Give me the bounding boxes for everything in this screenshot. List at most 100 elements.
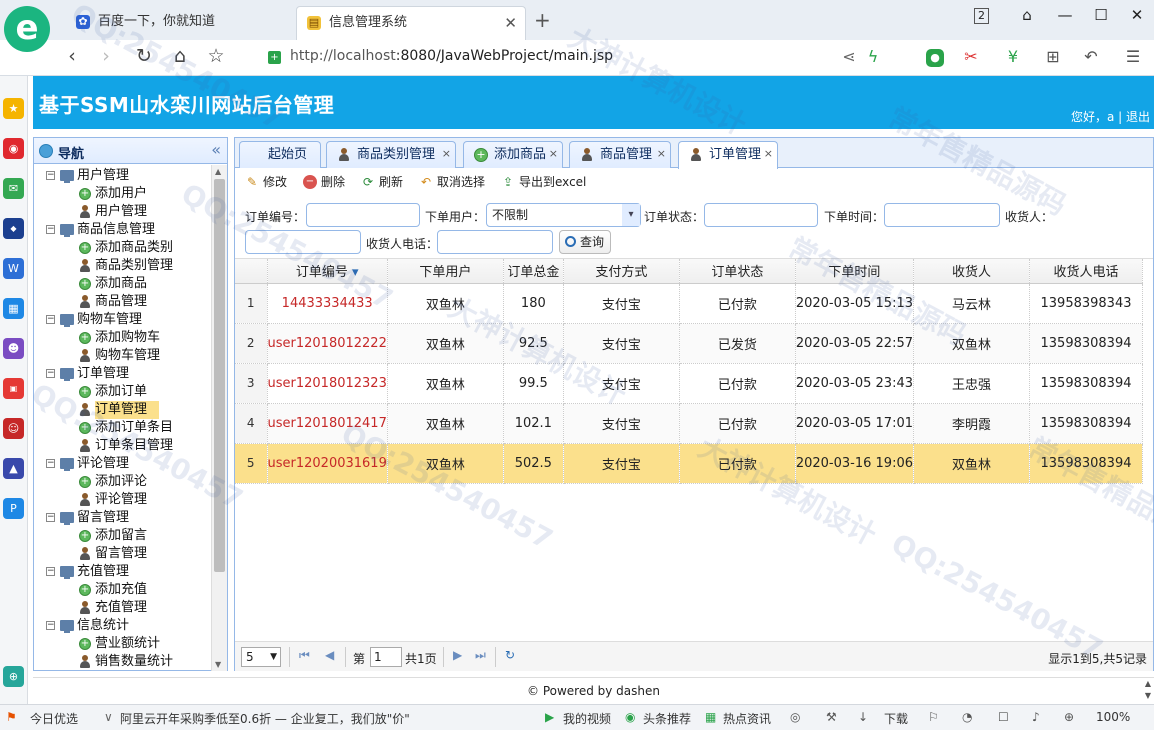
favorite-star-icon[interactable]: ☆ — [204, 45, 228, 67]
column-header[interactable]: 下单用户 — [387, 259, 504, 284]
status-input[interactable] — [704, 203, 818, 227]
cancel-selection-button[interactable]: ↶ 取消选择 — [419, 174, 485, 190]
weibo-icon[interactable]: ◉ — [3, 138, 24, 159]
game-icon[interactable]: ◆ — [3, 218, 24, 239]
shop-icon[interactable]: ▣ — [3, 378, 24, 399]
flag-icon[interactable]: ⚐ — [928, 710, 939, 724]
scissors-icon[interactable]: ✂ — [960, 47, 982, 66]
scroll-down-icon[interactable]: ▼ — [215, 660, 221, 669]
browser-tab-baidu[interactable]: ✿ 百度一下，你就知道 — [66, 6, 296, 40]
tools-icon[interactable]: ⚒ — [826, 710, 837, 724]
footer-scrollbar[interactable]: ▲ ▼ — [1142, 678, 1154, 705]
shield-icon[interactable]: ◎ — [790, 710, 800, 724]
browser-tab-active[interactable]: ▤ 信息管理系统 ✕ — [296, 6, 526, 40]
collapse-icon[interactable]: « — [211, 140, 221, 159]
table-row[interactable]: 3 user12018012323 双鱼林 99.5 支付宝 已付款 2020-03-05 … — [235, 363, 1143, 404]
export-excel-button[interactable]: ⇪ 导出到excel — [501, 174, 586, 190]
menu-icon[interactable]: ☰ — [1122, 47, 1144, 66]
refresh-button[interactable]: ⟳ 刷新 — [361, 174, 403, 190]
user-select[interactable]: 不限制 ▾ — [486, 203, 641, 227]
tab-order-manage[interactable]: 订单管理 × — [678, 141, 778, 169]
reload-icon[interactable]: ↻ — [132, 45, 156, 67]
first-page-icon[interactable]: ⏮ — [299, 648, 310, 663]
zoom-level[interactable]: 100% — [1096, 710, 1130, 724]
column-header[interactable]: 收货人电话 — [1029, 259, 1143, 284]
edit-button[interactable]: ✎ 修改 — [245, 174, 287, 190]
status-news[interactable]: 热点资讯 — [723, 710, 771, 727]
url-field[interactable]: + http://localhost:8080/JavaWebProject/m… — [262, 45, 822, 71]
expand-toggle-icon[interactable]: − — [46, 567, 55, 576]
tab-product-manage[interactable]: 商品管理 × — [569, 141, 671, 168]
close-tab-icon[interactable]: × — [764, 141, 773, 166]
status-headlines[interactable]: 头条推荐 — [643, 710, 691, 727]
status-video[interactable]: 我的视频 — [563, 710, 611, 727]
time-input[interactable] — [884, 203, 1000, 227]
table-row[interactable]: 5 user12020031619 双鱼林 502.5 支付宝 已付款 2020-03-16… — [235, 443, 1143, 484]
column-header[interactable]: 订单状态 — [679, 259, 796, 284]
share-icon[interactable]: ⋖ — [838, 47, 860, 66]
close-tab-icon[interactable]: × — [657, 141, 666, 166]
forward-icon[interactable]: › — [94, 45, 118, 67]
phone-input[interactable] — [437, 230, 553, 254]
tab-count-badge[interactable]: 2 — [974, 8, 989, 24]
expand-toggle-icon[interactable]: − — [46, 171, 55, 180]
status-ad[interactable]: 阿里云开年采购季低至0.6折 — 企业复工，我们放"价" — [120, 710, 410, 727]
next-page-icon[interactable]: ▶ — [453, 648, 462, 662]
close-window-icon[interactable]: ✕ — [1126, 6, 1148, 24]
last-page-icon[interactable]: ⏭ — [475, 648, 486, 663]
sort-desc-icon[interactable]: ▾ — [348, 265, 359, 280]
maximize-icon[interactable]: ☐ — [1090, 6, 1112, 24]
pirate-icon[interactable]: ☻ — [3, 338, 24, 359]
lightning-icon[interactable]: ϟ — [862, 47, 884, 66]
column-header[interactable]: 订单总金 — [503, 259, 564, 284]
close-tab-icon[interactable]: ✕ — [504, 7, 517, 39]
shirt-icon[interactable]: ⌂ — [1016, 6, 1038, 24]
castle-icon[interactable]: ▲ — [3, 458, 24, 479]
note-icon[interactable]: ▦ — [3, 298, 24, 319]
status-download[interactable]: 下载 — [884, 710, 908, 727]
star-icon[interactable]: ★ — [3, 98, 24, 119]
tab-category-manage[interactable]: 商品类别管理 × — [326, 141, 456, 168]
expand-toggle-icon[interactable]: − — [46, 315, 55, 324]
expand-toggle-icon[interactable]: − — [46, 621, 55, 630]
tree-scrollbar[interactable]: ▲ ▼ — [211, 165, 227, 671]
receiver-input[interactable] — [245, 230, 361, 254]
page-size-select[interactable]: 5 ▼ — [241, 647, 281, 667]
page-number-input[interactable]: 1 — [370, 647, 402, 667]
chevron-down-icon[interactable]: ▾ — [622, 204, 640, 226]
prev-page-icon[interactable]: ◀ — [325, 648, 334, 662]
zoom-icon[interactable]: ⊕ — [1064, 710, 1074, 724]
home-icon[interactable]: ⌂ — [168, 45, 192, 67]
close-tab-icon[interactable]: × — [442, 141, 451, 166]
window-icon[interactable]: ☐ — [998, 710, 1009, 724]
query-button[interactable]: 查询 — [559, 230, 611, 254]
welcome-logout[interactable]: 您好，a | 退出 — [1071, 108, 1150, 125]
tab-add-product[interactable]: + 添加商品 × — [463, 141, 563, 168]
minimize-icon[interactable]: — — [1054, 6, 1076, 24]
column-header[interactable]: 下单时间 — [795, 259, 915, 284]
reload-icon[interactable]: ↻ — [505, 648, 515, 662]
scroll-thumb[interactable] — [214, 179, 225, 572]
apps-icon[interactable]: ⊞ — [1042, 47, 1064, 66]
column-header[interactable]: 收货人 — [913, 259, 1030, 284]
money-icon[interactable]: ¥ — [1002, 47, 1024, 66]
expand-toggle-icon[interactable]: − — [46, 225, 55, 234]
column-header[interactable]: 订单编号 ▾ — [267, 259, 388, 284]
mail-icon[interactable]: ✉ — [3, 178, 24, 199]
avatar-icon[interactable]: ☺ — [3, 418, 24, 439]
expand-toggle-icon[interactable]: − — [46, 459, 55, 468]
back-icon[interactable]: ‹ — [60, 45, 84, 67]
expand-toggle-icon[interactable]: − — [46, 513, 55, 522]
table-row[interactable]: 1 14433334433 双鱼林 180 支付宝 已付款 2020-03-05 15:13… — [235, 283, 1143, 324]
sound-icon[interactable]: ♪ — [1032, 710, 1040, 724]
browser-logo[interactable]: e — [4, 6, 50, 52]
p-icon[interactable]: P — [3, 498, 24, 519]
close-tab-icon[interactable]: × — [549, 141, 558, 166]
document-icon[interactable]: W — [3, 258, 24, 279]
chat-icon[interactable]: ● — [926, 49, 944, 67]
scroll-up-icon[interactable]: ▲ — [215, 167, 221, 176]
status-today[interactable]: 今日优选 — [30, 710, 78, 727]
assistant-icon[interactable]: ⊕ — [3, 666, 24, 687]
tab-home[interactable]: 起始页 — [239, 141, 321, 168]
column-header[interactable]: 支付方式 — [563, 259, 680, 284]
